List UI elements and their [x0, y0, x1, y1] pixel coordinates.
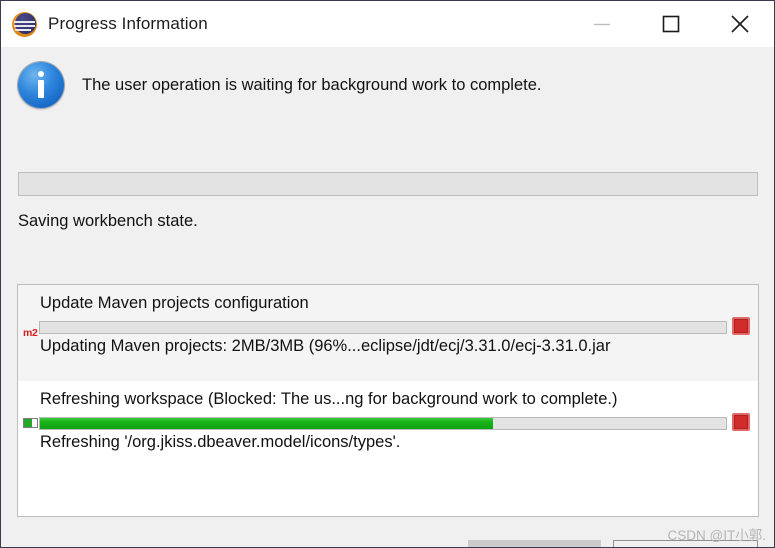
task-progress-fill: [40, 418, 493, 429]
information-icon: [18, 62, 64, 108]
window-controls: [567, 1, 774, 47]
title-bar-left: Progress Information: [1, 11, 567, 37]
maximize-button[interactable]: [636, 1, 705, 47]
task-title: Update Maven projects configuration: [40, 294, 309, 312]
sub-task-status: Saving workbench state.: [18, 212, 198, 230]
m2-maven-icon: m2: [23, 327, 38, 339]
minimize-button[interactable]: [567, 1, 636, 47]
dialog-footer: Cancel << Details: [1, 495, 774, 547]
task-row[interactable]: Refreshing workspace (Blocked: The us...…: [18, 381, 758, 477]
task-status: Refreshing '/org.jkiss.dbeaver.model/ico…: [40, 433, 401, 451]
progress-information-dialog: Progress Information The user operation …: [0, 0, 775, 548]
task-progress-bar: [39, 321, 727, 334]
task-title: Refreshing workspace (Blocked: The us...…: [40, 390, 618, 408]
stop-icon[interactable]: [732, 317, 750, 335]
window-title: Progress Information: [48, 14, 208, 33]
eclipse-logo-icon: [12, 11, 37, 37]
watermark: CSDN @IT小郭.: [667, 528, 766, 543]
message-row: The user operation is waiting for backgr…: [18, 62, 542, 108]
task-progress-bar: [39, 417, 727, 430]
dialog-body: The user operation is waiting for backgr…: [1, 47, 774, 547]
task-status: Updating Maven projects: 2MB/3MB (96%...…: [40, 337, 611, 355]
close-button[interactable]: [705, 1, 774, 47]
stop-icon[interactable]: [732, 413, 750, 431]
dialog-message: The user operation is waiting for backgr…: [82, 75, 542, 94]
details-task-list[interactable]: m2 Update Maven projects configuration U…: [17, 284, 759, 517]
cancel-button[interactable]: Cancel: [468, 540, 601, 547]
main-progress-bar: [18, 172, 758, 196]
refresh-workspace-icon: [23, 418, 38, 428]
task-row[interactable]: m2 Update Maven projects configuration U…: [18, 285, 758, 381]
title-bar: Progress Information: [1, 1, 774, 47]
